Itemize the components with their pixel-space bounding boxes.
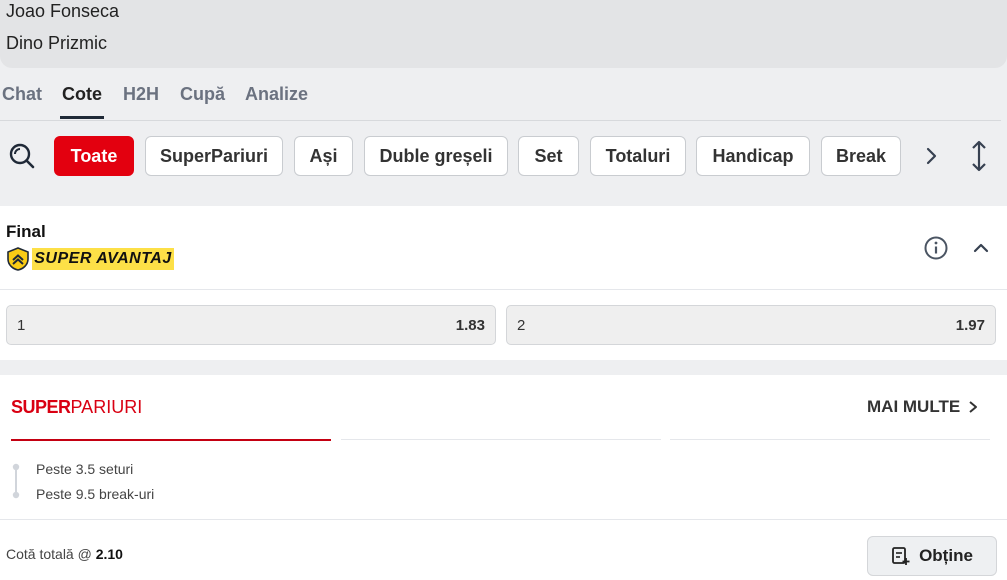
active-tab-indicator [60,116,104,119]
bet-leg: Peste 9.5 break-uri [36,486,155,502]
carousel-indicator[interactable] [670,439,990,440]
filter-superpariuri[interactable]: SuperPariuri [145,136,283,176]
more-label: MAI MULTE [867,397,961,416]
filter-set[interactable]: Set [518,136,579,176]
shield-icon [7,247,29,271]
search-icon[interactable] [6,141,36,171]
odd-selection: 1 [17,316,26,334]
match-header: Joao Fonseca Dino Prizmic [0,0,1007,68]
tab-h2h[interactable]: H2H [123,84,159,105]
player-1-name: Joao Fonseca [6,1,120,21]
more-button[interactable]: MAI MULTE [867,397,978,417]
filter-toate[interactable]: Toate [54,136,134,176]
filter-totaluri[interactable]: Totaluri [590,136,686,176]
carousel-indicator-active[interactable] [11,439,331,441]
filter-duble-greseli[interactable]: Duble greșeli [364,136,508,176]
carousel-indicator[interactable] [341,439,661,440]
get-bet-label: Obține [919,546,973,565]
chevron-up-icon[interactable] [969,236,993,260]
player-2-name: Dino Prizmic [6,33,108,53]
market-title: Final [6,222,46,241]
odd-selection: 2 [517,316,526,334]
logo-rest: PARIURI [70,397,143,417]
superpariuri-divider [0,519,1007,520]
bet-legs-timeline [12,463,20,499]
odd-price: 1.83 [455,316,485,334]
expand-vertical-icon[interactable] [966,139,992,173]
market-filters: Toate SuperPariuri Ași Duble greșeli Set… [0,122,1007,190]
market-divider [0,289,1007,290]
betslip-add-icon [892,547,910,565]
logo-bold: SUPER [11,397,71,417]
tab-chat[interactable]: Chat [2,84,42,105]
badge-label: SUPER AVANTAJ [32,248,174,270]
filter-asi[interactable]: Ași [294,136,353,176]
superpariuri-logo: SUPERPARIURI [11,397,142,418]
odd-button-2[interactable]: 2 1.97 [506,305,996,345]
total-value: 2.10 [95,546,123,562]
bet-leg: Peste 3.5 seturi [36,461,134,477]
odd-price: 1.97 [955,316,985,334]
superpariuri-panel: SUPERPARIURI MAI MULTE Peste 3.5 seturi … [0,375,1007,580]
total-label: Cotă totală @ [6,546,92,562]
tab-cote[interactable]: Cote [62,84,102,105]
tab-divider [0,120,1001,121]
filter-handicap[interactable]: Handicap [696,136,810,176]
chevron-right-icon [969,401,978,413]
chevron-right-icon[interactable] [920,143,944,169]
match-tabs: Chat Cote H2H Cupă Analize [0,68,1007,121]
filter-break[interactable]: Break [821,136,901,176]
tab-cupa[interactable]: Cupă [180,84,225,105]
market-final: Final SUPER AVANTAJ 1 1.83 2 1.97 [0,206,1007,360]
super-avantaj-badge: SUPER AVANTAJ [6,246,174,272]
info-icon[interactable] [923,235,949,261]
odd-button-1[interactable]: 1 1.83 [6,305,496,345]
get-bet-button[interactable]: Obține [867,536,997,576]
total-odds: Cotă totală @ 2.10 [6,546,123,562]
tab-analize[interactable]: Analize [245,84,308,105]
